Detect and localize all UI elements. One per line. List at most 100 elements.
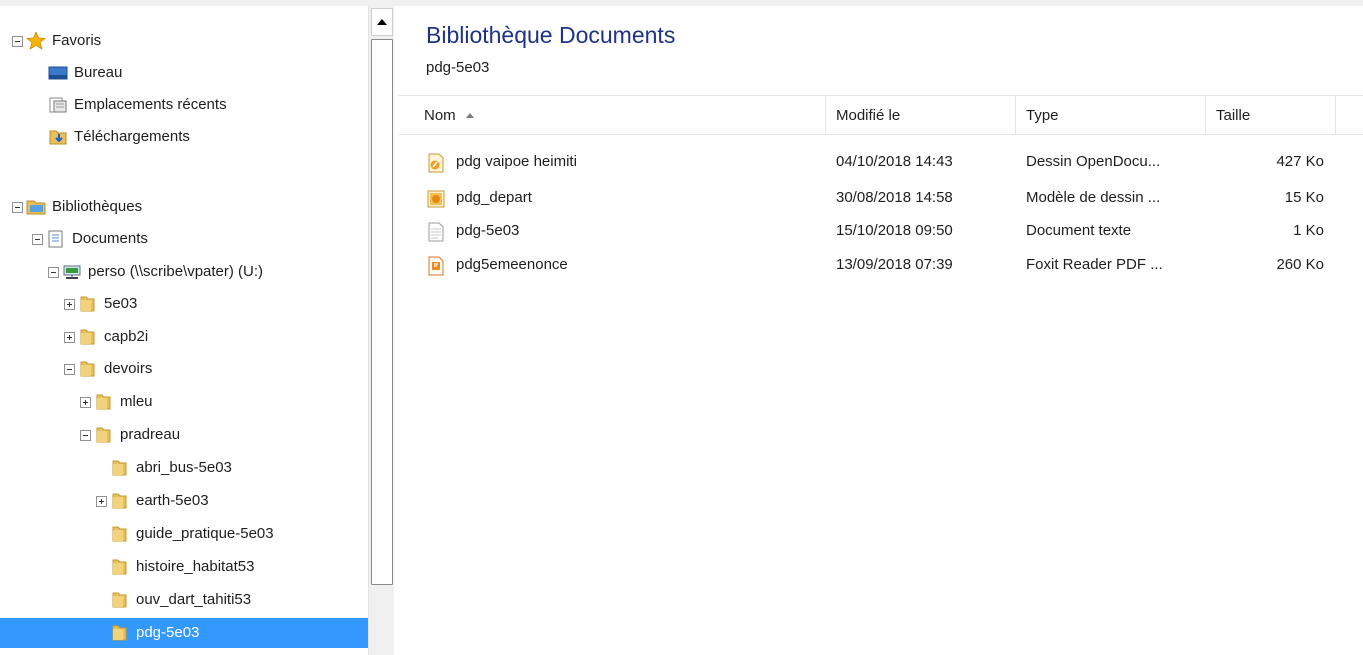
file-type: Document texte — [1026, 222, 1132, 239]
column-header-size[interactable]: Taille — [1206, 96, 1336, 134]
collapse-icon[interactable] — [80, 429, 91, 441]
file-name: pdg5emeenonce — [456, 256, 568, 273]
scroll-thumb[interactable] — [371, 39, 393, 585]
tree-item-folder[interactable]: ouv_dart_tahiti53 — [0, 585, 368, 615]
content-pane: Bibliothèque Documents pdg-5e03 Nom Modi… — [396, 6, 1363, 655]
column-header-row: Nom Modifié le Type Taille — [398, 95, 1363, 135]
folder-icon — [110, 624, 130, 642]
tree-item-downloads[interactable]: Téléchargements — [0, 122, 368, 152]
scroll-up-arrow-icon[interactable] — [371, 8, 393, 36]
tree-item-label: abri_bus-5e03 — [136, 459, 232, 476]
tree-item-desktop[interactable]: Bureau — [0, 58, 368, 88]
tree-item-label: ouv_dart_tahiti53 — [136, 591, 252, 608]
collapse-icon[interactable] — [32, 233, 43, 245]
file-type: Dessin OpenDocu... — [1026, 153, 1161, 170]
tree-item-label: mleu — [120, 393, 153, 410]
tree-item-label: Bibliothèques — [52, 198, 143, 215]
collapse-icon[interactable] — [12, 201, 23, 213]
tree-item-favorites[interactable]: Favoris — [0, 26, 368, 56]
file-row[interactable]: pdg_depart 30/08/2018 14:58 Modèle de de… — [398, 182, 1333, 214]
opendocument-drawing-icon — [426, 153, 446, 173]
library-subtitle: pdg-5e03 — [426, 59, 490, 76]
navigation-scrollbar[interactable] — [368, 6, 394, 655]
tree-item-label: guide_pratique-5e03 — [136, 525, 274, 542]
column-header-label: Nom — [424, 106, 456, 124]
file-size: 1 Ko — [1293, 222, 1324, 239]
navigation-pane: Favoris Bureau Emplacements récents Télé… — [0, 6, 368, 655]
tree-item-label: 5e03 — [104, 295, 138, 312]
column-header-label: Taille — [1216, 106, 1251, 124]
folder-icon — [78, 328, 98, 346]
tree-item-label: Bureau — [74, 64, 123, 81]
tree-item-libraries[interactable]: Bibliothèques — [0, 192, 368, 222]
folder-icon — [110, 525, 130, 543]
tree-item-folder[interactable]: guide_pratique-5e03 — [0, 519, 368, 549]
file-row[interactable]: pdg5emeenonce 13/09/2018 07:39 Foxit Rea… — [398, 249, 1333, 281]
collapse-icon[interactable] — [48, 266, 59, 278]
column-header-type[interactable]: Type — [1016, 96, 1206, 134]
tree-item-folder[interactable]: pradreau — [0, 420, 368, 450]
desktop-icon — [48, 64, 68, 82]
file-modified: 15/10/2018 09:50 — [836, 222, 953, 239]
tree-item-label: Favoris — [52, 32, 102, 49]
text-document-icon — [426, 222, 446, 242]
tree-item-folder[interactable]: abri_bus-5e03 — [0, 453, 368, 483]
tree-item-folder[interactable]: capb2i — [0, 322, 368, 352]
tree-item-label: histoire_habitat53 — [136, 558, 255, 575]
folder-icon — [110, 492, 130, 510]
star-icon — [26, 32, 46, 50]
expand-icon[interactable] — [64, 331, 75, 343]
file-size: 260 Ko — [1276, 256, 1324, 273]
expand-icon[interactable] — [96, 495, 107, 507]
file-name: pdg-5e03 — [456, 222, 520, 239]
tree-item-label: pdg-5e03 — [136, 624, 200, 641]
folder-icon — [110, 591, 130, 609]
column-header-label: Modifié le — [836, 106, 901, 124]
folder-icon — [110, 558, 130, 576]
pdf-file-icon — [426, 256, 446, 276]
folder-icon — [110, 459, 130, 477]
file-modified: 30/08/2018 14:58 — [836, 189, 953, 206]
tree-item-documents[interactable]: Documents — [0, 224, 368, 254]
tree-item-network-drive[interactable]: perso (\\scribe\vpater) (U:) — [0, 257, 368, 287]
recent-places-icon — [48, 96, 68, 114]
folder-icon — [94, 426, 114, 444]
tree-item-folder[interactable]: devoirs — [0, 354, 368, 384]
collapse-icon[interactable] — [12, 35, 23, 47]
column-header-modified[interactable]: Modifié le — [826, 96, 1016, 134]
collapse-icon[interactable] — [64, 363, 75, 375]
libraries-icon — [26, 198, 46, 216]
file-size: 15 Ko — [1284, 189, 1324, 206]
tree-item-folder-selected[interactable]: pdg-5e03 — [0, 618, 368, 648]
expand-icon[interactable] — [64, 298, 75, 310]
tree-item-folder[interactable]: histoire_habitat53 — [0, 552, 368, 582]
tree-item-recent-places[interactable]: Emplacements récents — [0, 90, 368, 120]
tree-item-label: earth-5e03 — [136, 492, 209, 509]
folder-icon — [78, 295, 98, 313]
file-modified: 13/09/2018 07:39 — [836, 256, 953, 273]
tree-item-label: pradreau — [120, 426, 181, 443]
drawing-template-icon — [426, 189, 446, 209]
column-header-name[interactable]: Nom — [398, 96, 826, 134]
tree-item-label: perso (\\scribe\vpater) (U:) — [88, 263, 264, 280]
file-size: 427 Ko — [1276, 153, 1324, 170]
tree-item-folder[interactable]: earth-5e03 — [0, 486, 368, 516]
file-type: Foxit Reader PDF ... — [1026, 256, 1163, 273]
file-name: pdg vaipoe heimiti — [456, 153, 577, 170]
tree-item-folder[interactable]: 5e03 — [0, 289, 368, 319]
tree-item-label: Emplacements récents — [74, 96, 227, 113]
network-drive-icon — [62, 263, 82, 281]
folder-icon — [78, 360, 98, 378]
library-title: Bibliothèque Documents — [426, 22, 676, 48]
file-row[interactable]: pdg vaipoe heimiti 04/10/2018 14:43 Dess… — [398, 146, 1333, 178]
expand-icon[interactable] — [80, 396, 91, 408]
tree-item-label: Documents — [72, 230, 148, 247]
downloads-folder-icon — [48, 128, 68, 146]
documents-library-icon — [46, 230, 66, 248]
tree-item-label: Téléchargements — [74, 128, 190, 145]
folder-icon — [94, 393, 114, 411]
tree-item-folder[interactable]: mleu — [0, 387, 368, 417]
file-row[interactable]: pdg-5e03 15/10/2018 09:50 Document texte… — [398, 215, 1333, 247]
sort-ascending-icon — [465, 112, 474, 118]
tree-item-label: capb2i — [104, 328, 149, 345]
